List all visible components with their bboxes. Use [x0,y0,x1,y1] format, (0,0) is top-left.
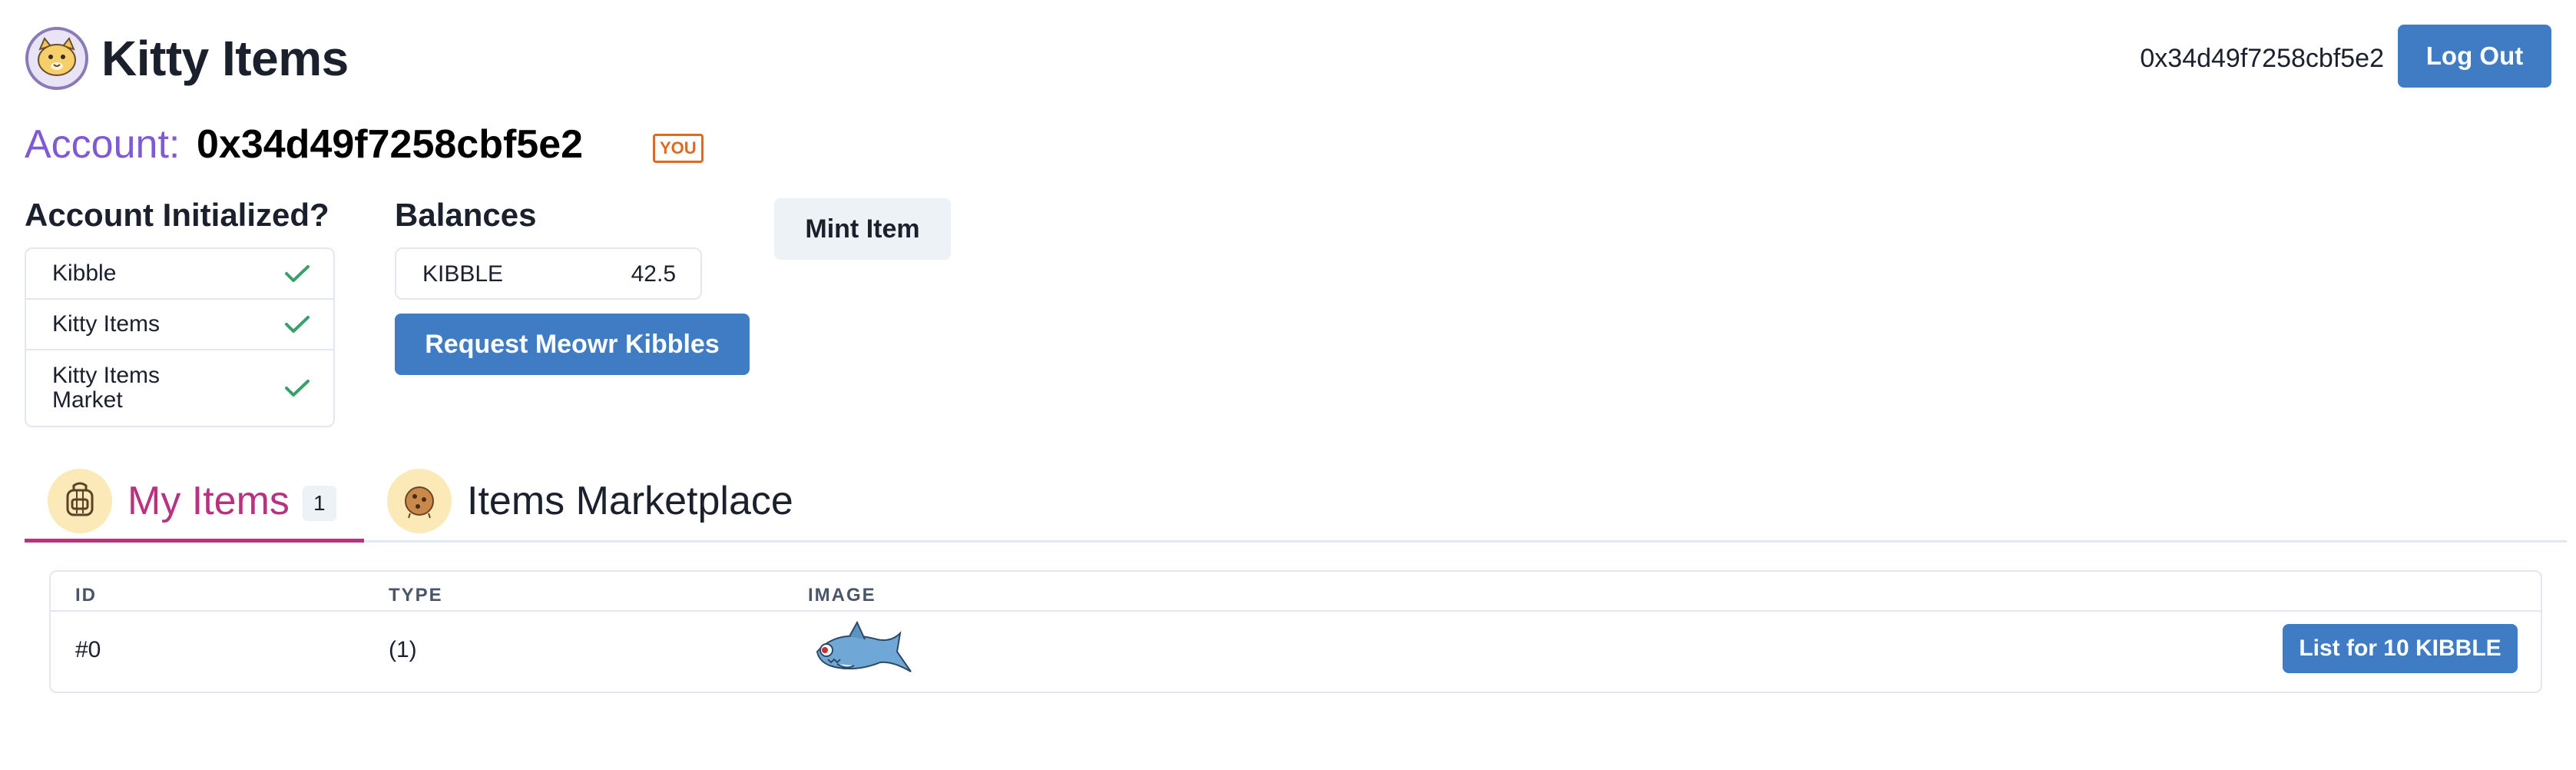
init-label: Kitty Items [52,311,161,337]
logout-button[interactable]: Log Out [2398,25,2551,88]
backpack-icon [48,469,112,533]
init-row-kitty-items: Kitty Items [26,300,333,350]
balance-box: KIBBLE 42.5 [395,247,702,300]
account-label: Account: [25,122,180,167]
tab-bar: My Items 1 Items Marketplace [25,456,2567,543]
init-row-kibble: Kibble [26,249,333,300]
column-header-type: TYPE [389,585,443,606]
tab-label: My Items [127,479,290,523]
app-title: Kitty Items [101,31,349,86]
column-header-image: IMAGE [808,585,876,606]
balances-heading: Balances [395,197,537,233]
item-type: (1) [389,637,417,662]
list-for-sale-button[interactable]: List for 10 KIBBLE [2283,624,2518,673]
column-header-id: ID [75,585,97,606]
init-label: Kitty Items Market [52,363,161,413]
balance-token: KIBBLE [422,261,504,287]
items-count-badge: 1 [303,486,336,521]
init-label: Kibble [52,261,117,286]
item-id: #0 [75,637,101,662]
header-divider [51,610,2541,612]
account-initialized-heading: Account Initialized? [25,197,329,233]
app-header: Kitty Items 0x34d49f7258cbf5e2 Log Out [25,23,2551,94]
balance-amount: 42.5 [631,261,676,287]
fish-icon [816,620,912,672]
request-kibbles-button[interactable]: Request Meowr Kibbles [395,314,750,375]
account-address: 0x34d49f7258cbf5e2 [197,122,584,167]
tab-items-marketplace[interactable]: Items Marketplace [387,463,863,543]
kitty-logo-icon[interactable] [25,26,89,91]
check-icon [285,316,310,333]
check-icon [285,380,310,397]
initialized-list: Kibble Kitty Items Kitty Items Market [25,247,335,427]
cookie-icon [387,469,452,533]
you-badge: YOU [653,134,704,163]
items-table: ID TYPE IMAGE #0 (1) List for 10 KIBBLE [49,570,2542,693]
init-row-kitty-items-market: Kitty Items Market [26,350,333,426]
check-icon [285,265,310,282]
mint-item-button[interactable]: Mint Item [774,198,951,260]
tab-my-items[interactable]: My Items 1 [25,463,364,543]
wallet-address: 0x34d49f7258cbf5e2 [2140,44,2384,73]
tab-label: Items Marketplace [467,479,793,523]
